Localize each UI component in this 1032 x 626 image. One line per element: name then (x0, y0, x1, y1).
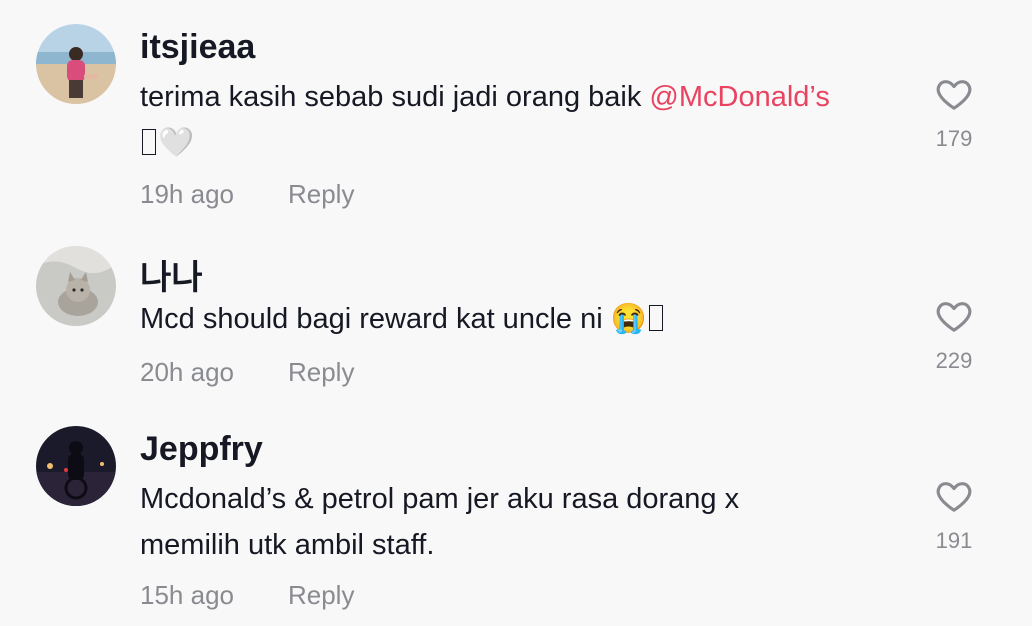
username[interactable]: 나나 (140, 250, 203, 299)
avatar[interactable] (36, 426, 116, 506)
comment-item: Jeppfry Mcdonald’s & petrol pam jer aku … (0, 402, 1032, 626)
like-count: 179 (935, 126, 973, 151)
heart-outline-icon[interactable] (934, 296, 974, 336)
reply-button[interactable]: Reply (288, 357, 354, 387)
comment-list: itsjieaa terima kasih sebab sudi jadi or… (0, 0, 1032, 626)
comment-text-main: Mcd should bagi reward kat uncle ni (140, 303, 611, 335)
heart-outline-icon[interactable] (934, 476, 974, 516)
comment-meta: 19h ago Reply (140, 179, 354, 210)
reply-button[interactable]: Reply (288, 179, 354, 209)
comment-text: terima kasih sebab sudi jadi orang baik … (140, 74, 900, 166)
like-count: 191 (935, 528, 973, 553)
comment-text-main: terima kasih sebab sudi jadi orang baik (140, 81, 650, 113)
heart-outline-icon[interactable] (934, 74, 974, 114)
comment-meta: 20h ago Reply (140, 357, 354, 388)
comment-timestamp: 19h ago (140, 179, 234, 209)
reply-button[interactable]: Reply (288, 580, 354, 610)
username[interactable]: Jeppfry (140, 430, 263, 469)
comment-timestamp: 15h ago (140, 580, 234, 610)
like-control[interactable]: 179 (924, 74, 984, 152)
comment-text: Mcd should bagi reward kat uncle ni 😭 (140, 296, 900, 342)
mention-link[interactable]: @McDonald’s (649, 81, 829, 113)
like-control[interactable]: 191 (924, 476, 984, 554)
comment-text: Mcdonald’s & petrol pam jer aku rasa dor… (140, 476, 840, 568)
crying-face-emoji: 😭 (610, 303, 647, 335)
comment-meta: 15h ago Reply (140, 580, 354, 611)
comment-item: 나나 Mcd should bagi reward kat uncle ni 😭… (0, 222, 1032, 402)
like-control[interactable]: 229 (924, 296, 984, 374)
comment-text-main: Mcdonald’s & petrol pam jer aku rasa dor… (140, 483, 740, 561)
comment-timestamp: 20h ago (140, 357, 234, 387)
white-heart-emoji: 🤍 (158, 127, 195, 159)
like-count: 229 (935, 348, 973, 373)
comment-item: itsjieaa terima kasih sebab sudi jadi or… (0, 0, 1032, 222)
username[interactable]: itsjieaa (140, 28, 255, 67)
missing-glyph-box (648, 305, 663, 331)
missing-glyph-box (142, 129, 156, 155)
avatar[interactable] (36, 246, 116, 326)
avatar[interactable] (36, 24, 116, 104)
